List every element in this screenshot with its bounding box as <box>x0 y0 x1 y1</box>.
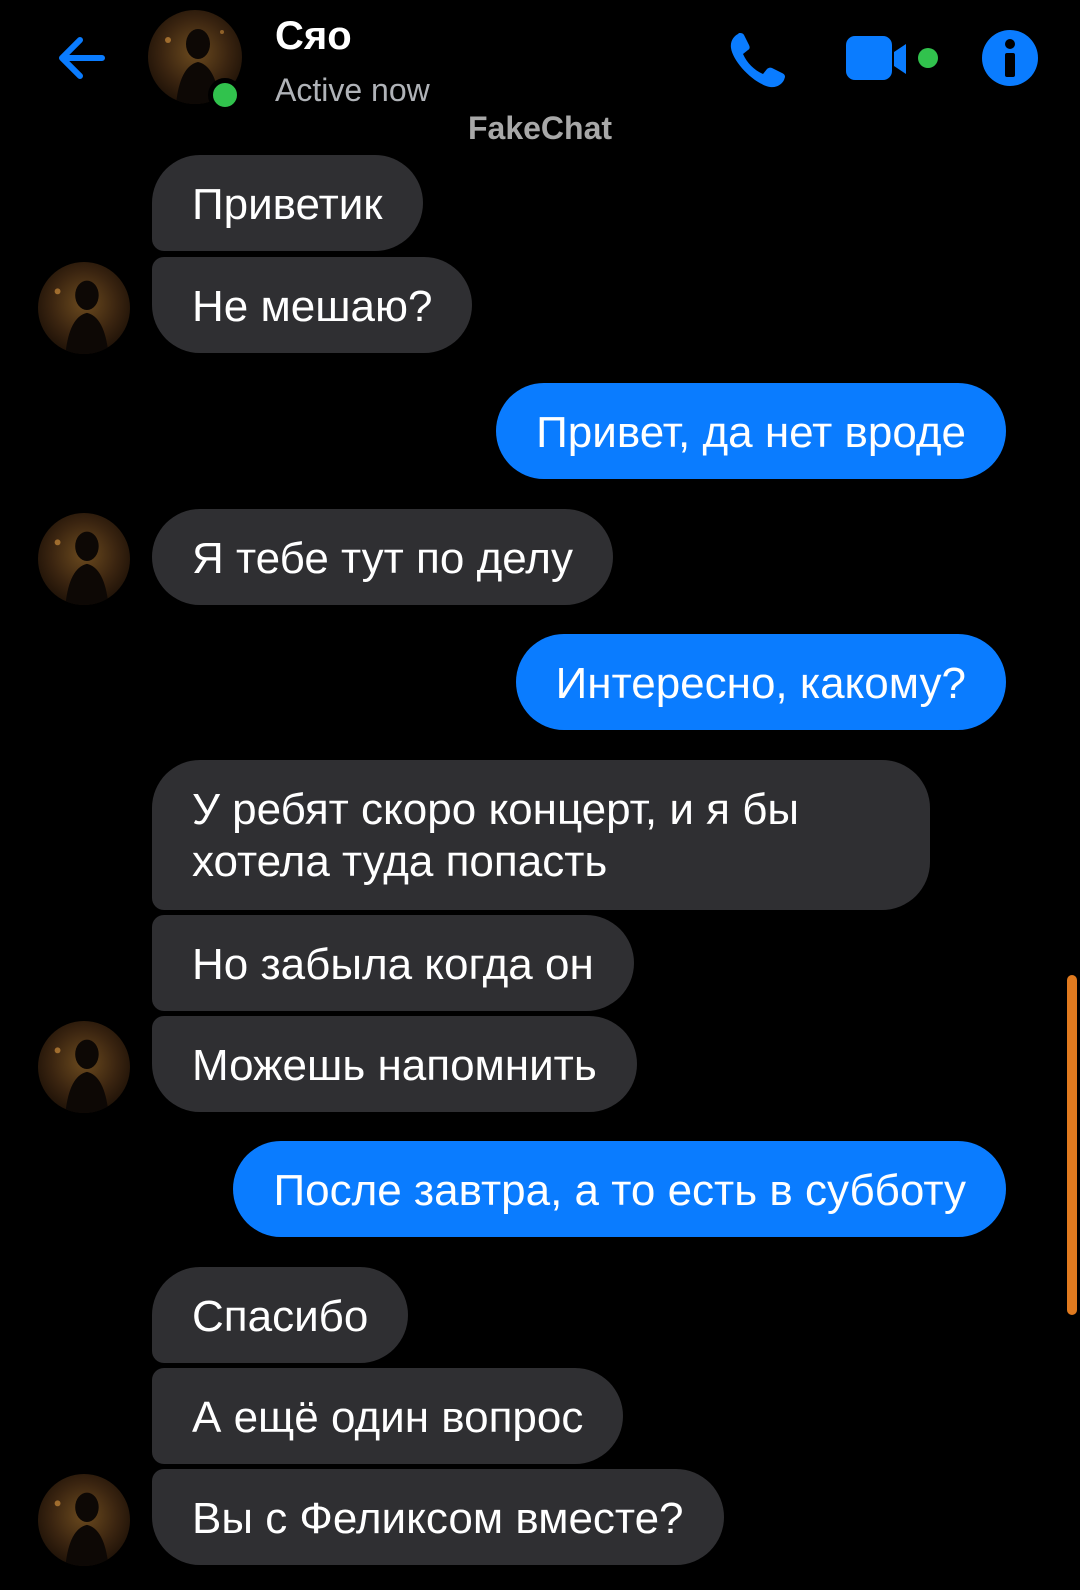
incoming-message[interactable]: Я тебе тут по делу <box>152 509 613 605</box>
incoming-message[interactable]: А ещё один вопрос <box>152 1368 624 1464</box>
outgoing-message[interactable]: Интересно, какому? <box>515 634 1006 730</box>
info-icon <box>982 30 1038 86</box>
scrollbar[interactable] <box>1067 975 1077 1315</box>
info-button[interactable] <box>980 28 1040 88</box>
contact-name[interactable]: Сяо <box>275 14 352 59</box>
incoming-message[interactable]: Вы с Феликсом вместе? <box>152 1469 724 1565</box>
app-watermark: FakeChat <box>467 110 613 146</box>
contact-avatar-small[interactable] <box>38 513 130 605</box>
avatar-image <box>38 262 130 354</box>
incoming-message[interactable]: Не мешаю? <box>152 257 473 353</box>
outgoing-message[interactable]: Привет, да нет вроде <box>496 383 1006 479</box>
contact-avatar-small[interactable] <box>38 1474 130 1566</box>
back-button[interactable] <box>50 26 114 90</box>
video-camera-icon <box>846 36 938 80</box>
online-indicator <box>208 78 242 112</box>
incoming-message[interactable]: Можешь напомнить <box>152 1016 637 1112</box>
avatar-image <box>38 1474 130 1566</box>
voice-call-button[interactable] <box>724 28 790 94</box>
avatar-image <box>38 513 130 605</box>
incoming-message[interactable]: Спасибо <box>152 1267 409 1363</box>
back-arrow-icon <box>59 37 105 79</box>
contact-status: Active now <box>275 72 430 108</box>
chat-header: Сяо Active now FakeChat <box>0 0 1080 146</box>
video-call-button[interactable] <box>846 34 956 84</box>
contact-avatar-small[interactable] <box>38 1021 130 1113</box>
outgoing-message[interactable]: После завтра, а то есть в субботу <box>233 1141 1006 1237</box>
phone-icon <box>730 33 785 88</box>
contact-avatar-small[interactable] <box>38 262 130 354</box>
incoming-message[interactable]: Приветик <box>152 155 423 251</box>
incoming-message[interactable]: У ребят скоро концерт, и я бы хотела туд… <box>152 760 930 910</box>
incoming-message[interactable]: Но забыла когда он <box>152 915 634 1011</box>
avatar-image <box>38 1021 130 1113</box>
